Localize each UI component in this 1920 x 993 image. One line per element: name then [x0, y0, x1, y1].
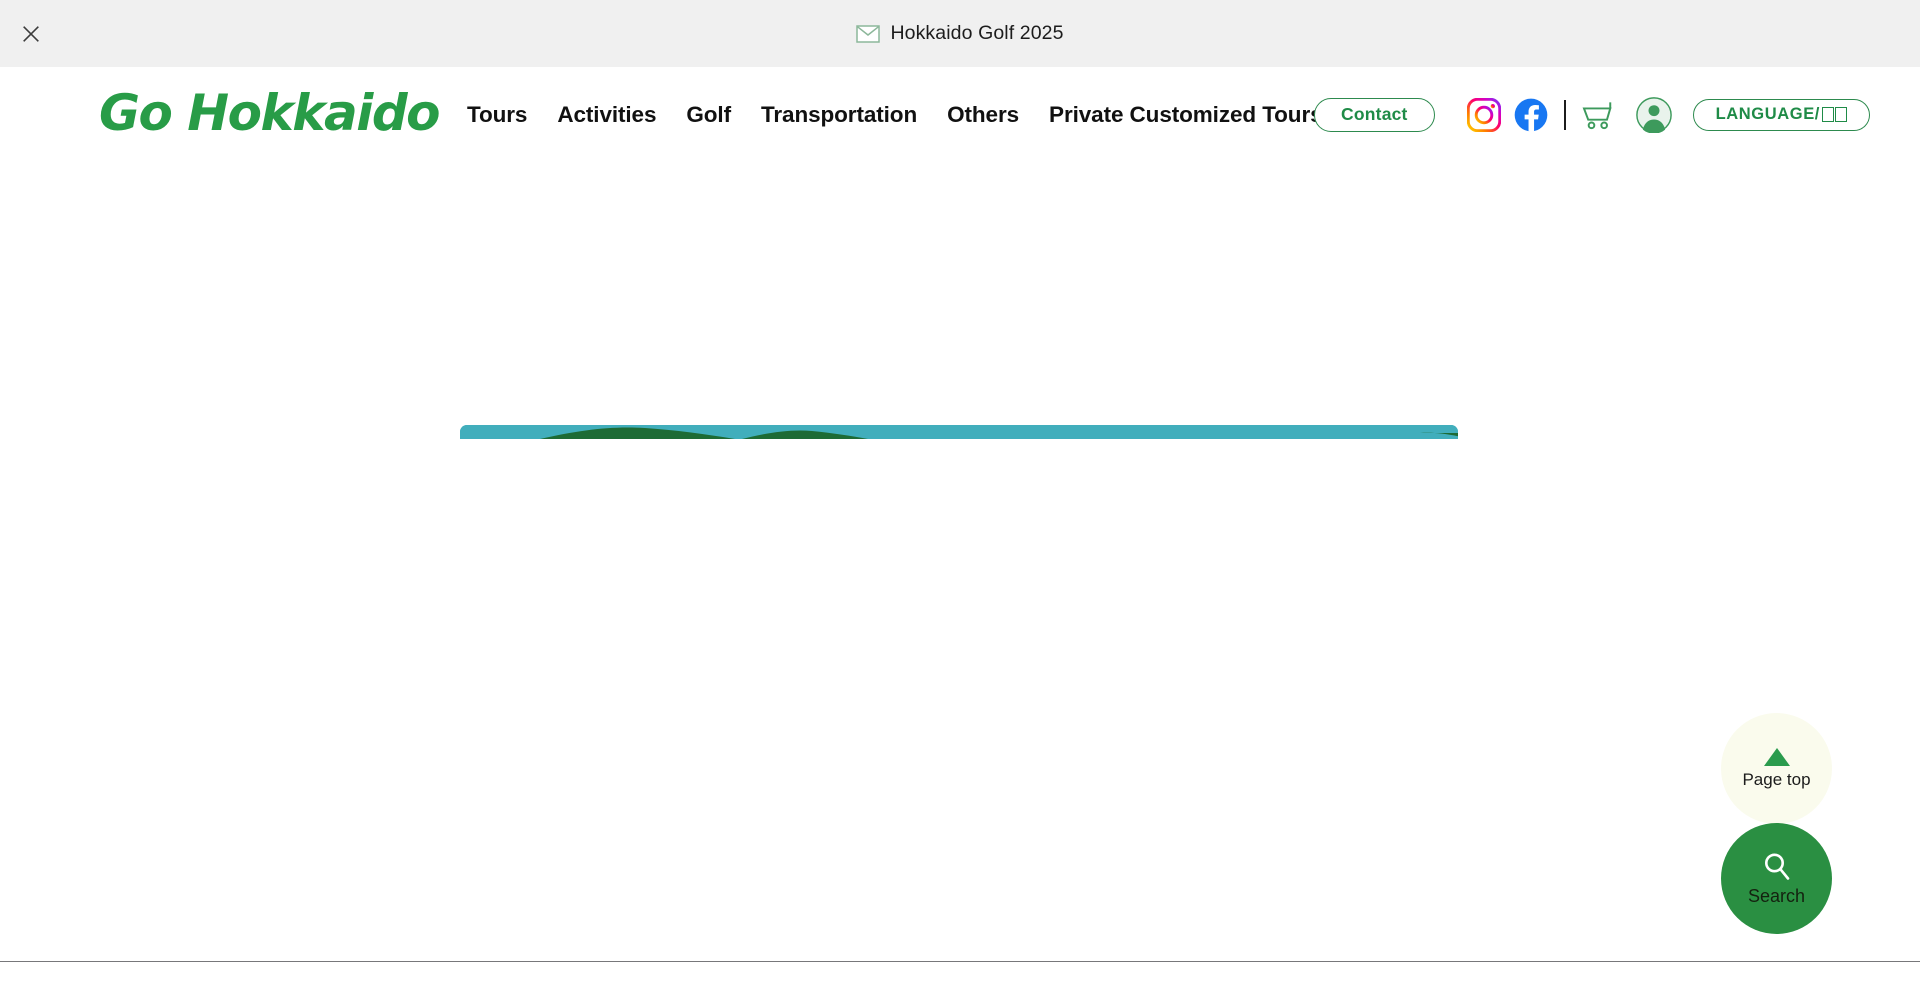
triangle-up-icon [1763, 747, 1790, 766]
search-button[interactable]: Search [1721, 823, 1832, 934]
hero-card-top-banner [460, 425, 1458, 439]
search-icon [1764, 853, 1789, 880]
nav-item-tours[interactable]: Tours [452, 96, 542, 134]
contact-button[interactable]: Contact [1314, 97, 1435, 132]
nav-item-golf[interactable]: Golf [671, 96, 746, 134]
page-bottom-divider [0, 961, 1920, 963]
nav-item-activities[interactable]: Activities [542, 96, 671, 134]
instagram-link[interactable] [1435, 97, 1501, 132]
page-top-button-label: Page top [1742, 769, 1811, 789]
mail-envelope-icon [856, 24, 881, 43]
header-actions: Contact LANGUAGE/ [1314, 67, 1920, 162]
site-logo-text: Go Hokkaido [99, 84, 441, 142]
missing-glyph-box [1835, 107, 1847, 122]
main-content-area [0, 162, 1920, 961]
notification-title-group: Hokkaido Golf 2025 [0, 0, 1920, 67]
instagram-icon [1466, 97, 1501, 132]
nav-item-private-customized-tours[interactable]: Private Customized Tours [1034, 96, 1338, 134]
nav-item-transportation[interactable]: Transportation [746, 96, 932, 134]
main-navigation: Tours Activities Golf Transportation Oth… [452, 67, 1338, 162]
language-button-label: LANGUAGE/ [1715, 105, 1820, 123]
site-logo[interactable]: Go Hokkaido [99, 85, 441, 141]
user-account-icon [1635, 96, 1672, 133]
facebook-icon [1514, 98, 1547, 132]
language-button[interactable]: LANGUAGE/ [1692, 98, 1870, 131]
shopping-cart-icon [1582, 101, 1612, 129]
cart-link[interactable] [1566, 100, 1616, 130]
site-header: Go Hokkaido Tours Activities Golf Transp… [0, 67, 1920, 162]
hero-banner-artwork [460, 425, 1458, 439]
search-button-label: Search [1747, 886, 1806, 906]
browser-notification-bar: Hokkaido Golf 2025 [0, 0, 1920, 67]
page-top-button[interactable]: Page top [1721, 713, 1832, 824]
nav-item-others[interactable]: Others [932, 96, 1034, 134]
facebook-link[interactable] [1501, 98, 1548, 132]
notification-title: Hokkaido Golf 2025 [890, 22, 1064, 44]
account-link[interactable] [1616, 96, 1672, 133]
missing-glyph-box [1821, 107, 1834, 122]
